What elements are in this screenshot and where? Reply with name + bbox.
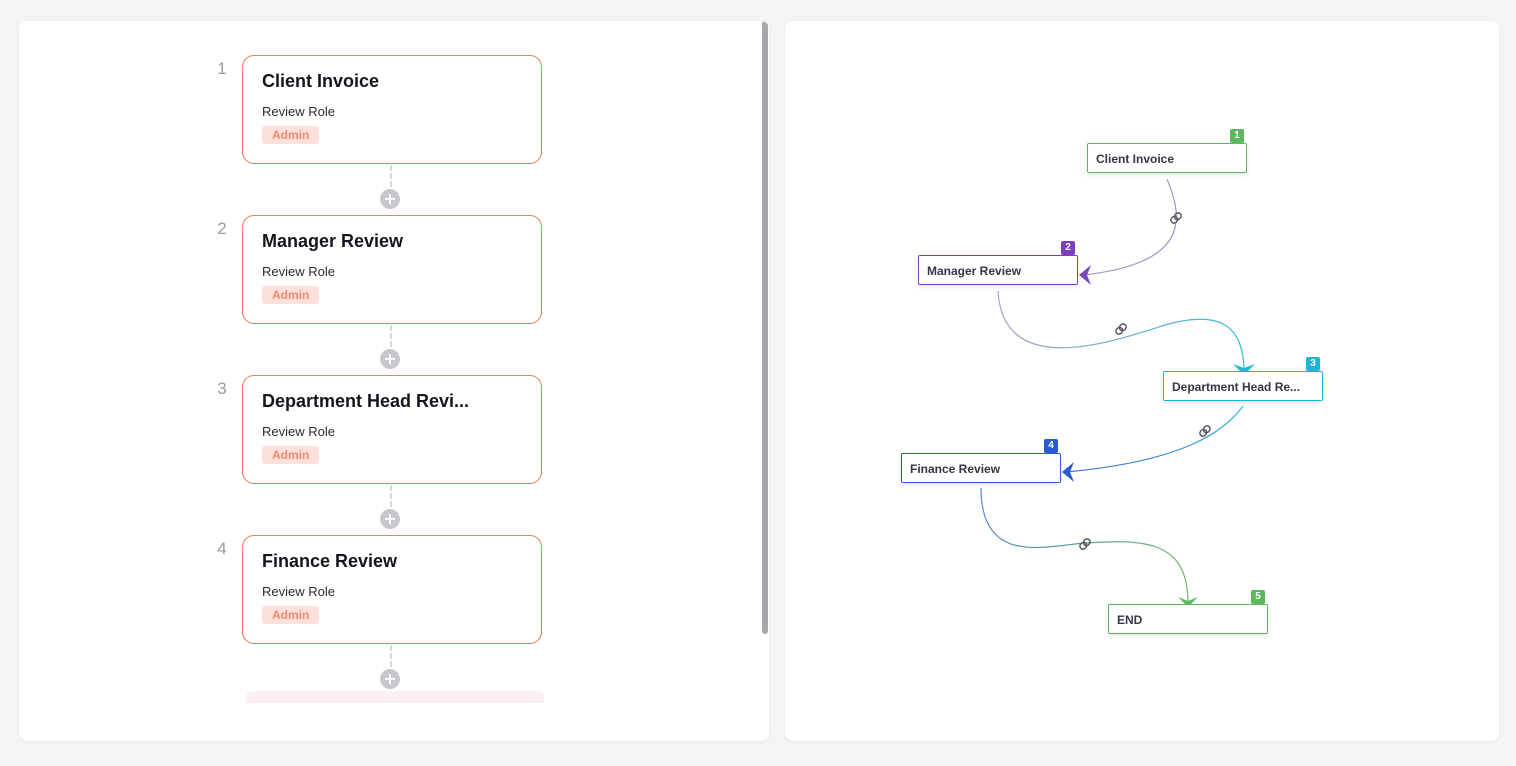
step-number: 2 <box>217 219 227 238</box>
node-number-badge: 5 <box>1251 590 1265 604</box>
node-label: Client Invoice <box>1096 152 1175 166</box>
add-step-button[interactable] <box>380 189 400 209</box>
step-role-label: Review Role <box>262 584 335 599</box>
role-badge: Admin <box>262 606 320 624</box>
node-label: Manager Review <box>927 264 1022 278</box>
steps-panel: 1 Client Invoice Review Role Admin 2 Man… <box>19 21 769 741</box>
step-number: 4 <box>217 539 227 558</box>
role-badge: Admin <box>262 286 320 304</box>
step-title: Department Head Revi... <box>262 391 470 411</box>
flow-edge <box>1082 178 1177 276</box>
node-label: Finance Review <box>910 462 1001 476</box>
step-number: 1 <box>217 59 227 78</box>
add-step-button[interactable] <box>380 509 400 529</box>
add-step-button[interactable] <box>380 349 400 369</box>
role-badge: Admin <box>262 446 320 464</box>
node-number-badge: 3 <box>1306 357 1320 371</box>
step-card-partial[interactable] <box>246 691 544 703</box>
step-number: 3 <box>217 379 227 398</box>
node-label: Department Head Re... <box>1172 380 1301 394</box>
step-connector <box>390 165 392 187</box>
add-step-button[interactable] <box>380 669 400 689</box>
link-icon <box>1115 323 1127 335</box>
node-label: END <box>1117 613 1143 627</box>
step-card-client-invoice[interactable]: Client Invoice Review Role Admin <box>242 55 542 164</box>
scrollbar-thumb[interactable] <box>762 21 768 634</box>
step-connector <box>390 325 392 347</box>
flow-node-manager-review[interactable]: 2 Manager Review <box>918 241 1078 285</box>
flow-diagram-panel: 1 Client Invoice 2 Manager Review 3 Depa… <box>785 21 1499 741</box>
flow-edge <box>1065 405 1244 473</box>
link-icon <box>1170 212 1182 224</box>
node-number-badge: 2 <box>1061 241 1075 255</box>
flow-node-client-invoice[interactable]: 1 Client Invoice <box>1087 129 1247 173</box>
step-card-finance-review[interactable]: Finance Review Review Role Admin <box>242 535 542 644</box>
step-role-label: Review Role <box>262 424 335 439</box>
flow-node-finance-review[interactable]: 4 Finance Review <box>901 439 1061 483</box>
role-badge: Admin <box>262 126 320 144</box>
step-title: Finance Review <box>262 551 398 571</box>
flow-node-department-head-review[interactable]: 3 Department Head Re... <box>1163 357 1323 401</box>
step-role-label: Review Role <box>262 104 335 119</box>
step-title: Manager Review <box>262 231 404 251</box>
step-card-manager-review[interactable]: Manager Review Review Role Admin <box>242 215 542 324</box>
flow-node-end[interactable]: 5 END <box>1108 590 1268 634</box>
node-number-badge: 1 <box>1230 129 1244 143</box>
step-title: Client Invoice <box>262 71 380 91</box>
arrow-head <box>1079 265 1091 285</box>
step-connector <box>390 485 392 507</box>
link-icon <box>1079 538 1091 550</box>
step-connector <box>390 645 392 667</box>
step-card-department-head-review[interactable]: Department Head Revi... Review Role Admi… <box>242 375 542 484</box>
node-number-badge: 4 <box>1044 439 1058 453</box>
step-role-label: Review Role <box>262 264 335 279</box>
